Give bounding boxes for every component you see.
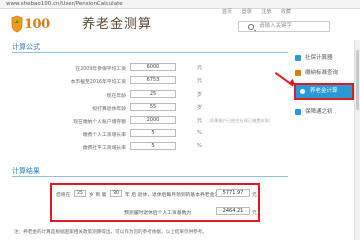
base-output: 2464.21 xyxy=(216,207,250,215)
nav-register[interactable]: 注册 xyxy=(261,9,271,15)
section-divider xyxy=(12,52,288,53)
nav-home[interactable]: 首页 xyxy=(222,9,232,15)
salary-growth-input[interactable]: 5 xyxy=(130,129,176,137)
form-label: 缴费社平工资增长率 xyxy=(82,146,126,151)
section-title-result: 计算结果 xyxy=(12,167,40,175)
current-age-input[interactable]: 25 xyxy=(130,90,176,98)
logo-text: 100 xyxy=(24,17,50,32)
result-years: 30 xyxy=(110,190,122,197)
result-base-label: 预测届时退休后个人工资基数为 xyxy=(124,211,192,216)
form-unit: 元 xyxy=(197,118,203,124)
form-unit: 岁 xyxy=(197,92,203,98)
calculator-icon xyxy=(295,55,301,61)
form-label: 现在缴纳个人账户储存额 xyxy=(73,120,126,125)
result-prefix: 您将在 xyxy=(56,193,71,198)
pension-output: 5771.97 xyxy=(216,189,250,197)
average-salary-input[interactable]: 6000 xyxy=(130,63,176,71)
city-average-salary-input[interactable]: 6753 xyxy=(130,76,176,84)
sidebar-item-standard-query[interactable]: 缴纳标准查询 xyxy=(292,67,354,79)
url-text[interactable]: www.shebao100.cn/User/PensionCalculate xyxy=(6,1,123,7)
sidebar-item-label: 保障通之初 xyxy=(305,109,333,115)
form-unit: 元 xyxy=(197,78,203,84)
form-unit: 岁 xyxy=(197,105,203,111)
form-label: 缴费个人工资增长率 xyxy=(82,133,126,138)
result-mid: 岁 到 第 xyxy=(89,193,107,198)
list-icon xyxy=(295,70,301,76)
retire-age-input[interactable]: 55 xyxy=(130,103,176,111)
social-salary-growth-input[interactable]: 5 xyxy=(130,142,176,150)
sidebar-item-guide[interactable]: 保障通之初 xyxy=(292,106,354,118)
result-age: 25 xyxy=(74,190,86,197)
section-title-formula: 计算公式 xyxy=(12,43,40,51)
scrollbar[interactable] xyxy=(354,40,360,240)
sidebar-item-social-calculator[interactable]: 社保计算器 xyxy=(292,52,354,64)
nav-favorite[interactable]: 收藏 xyxy=(281,9,291,15)
form-label: 在2009年参保平均工资 xyxy=(75,67,126,72)
result-unit: 元 xyxy=(252,211,257,216)
document-icon xyxy=(295,109,301,115)
form-unit: % xyxy=(197,130,202,136)
logo-icon xyxy=(11,15,23,33)
form-unit: 元 xyxy=(197,65,203,71)
form-note: （如果账户已经在社保已缴费年限） xyxy=(206,118,274,123)
sidebar-item-label: 养老金计算 xyxy=(310,88,338,94)
form-label: 本市截至2016年平均工资 xyxy=(70,80,126,85)
result-unit: 元 xyxy=(252,193,257,198)
bottom-note: 注：养老金的计算是根据国家相关政策测算得出，可以作为您的参考依据，以上结果仅供参… xyxy=(14,230,207,235)
sidebar-item-label: 社保计算器 xyxy=(305,55,333,61)
top-nav: 首页 登录 注册 收藏 xyxy=(222,8,299,15)
sidebar-item-label: 缴纳标准查询 xyxy=(305,70,339,76)
result-box: 您将在 25 岁 到 第 30 年 后 退休，退休后每月领到的基本养老金为 57… xyxy=(50,183,260,222)
form-label: 现在年龄 xyxy=(106,94,126,99)
scrollbar-thumb[interactable] xyxy=(356,50,359,110)
address-bar[interactable]: www.shebao100.cn/User/PensionCalculate xyxy=(0,0,360,9)
page-title: 养老金测算 xyxy=(82,17,153,32)
section-divider xyxy=(12,176,288,177)
form-unit: % xyxy=(197,143,202,149)
bird-icon xyxy=(300,89,305,94)
account-balance-input[interactable]: 2000 xyxy=(130,116,176,124)
nav-login[interactable]: 登录 xyxy=(242,9,252,15)
result-text: 年 后 退休，退休后每月领到的基本养老金为 xyxy=(125,193,220,198)
site-logo[interactable]: 100 xyxy=(10,14,66,36)
search-icon[interactable] xyxy=(248,24,254,30)
sidebar-item-pension-calculator[interactable]: 养老金计算 xyxy=(294,83,354,100)
form-label: 拟打算退休年龄 xyxy=(92,107,126,112)
